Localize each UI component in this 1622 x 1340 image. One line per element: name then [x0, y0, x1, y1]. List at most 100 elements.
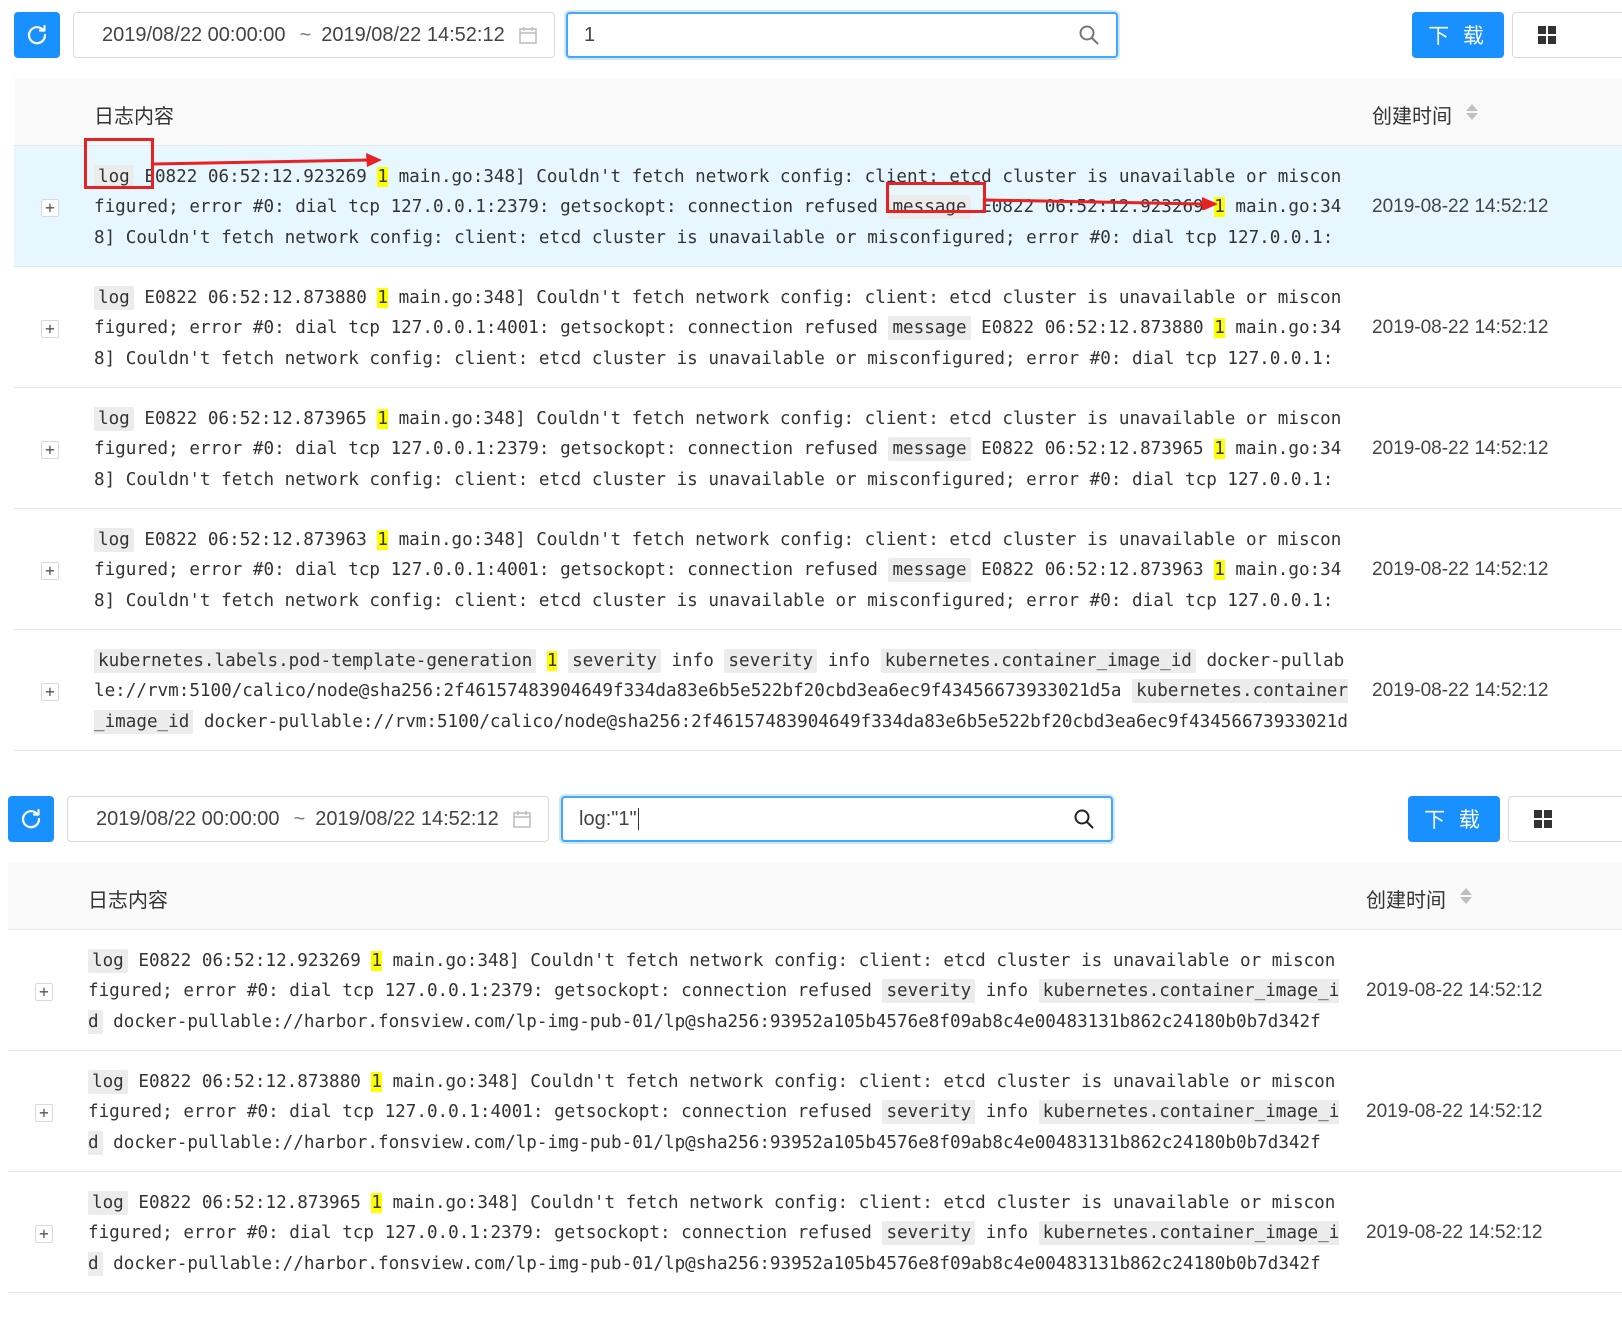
search-highlight: 1	[1214, 439, 1225, 460]
date-separator: ~	[299, 23, 312, 46]
expand-row-button[interactable]: +	[35, 1225, 53, 1243]
date-separator: ~	[293, 807, 306, 830]
log-text: E0822 06:52:12.873965	[127, 1193, 372, 1213]
expand-row-button[interactable]: +	[35, 1104, 53, 1122]
expand-row-button[interactable]: +	[41, 320, 59, 338]
field-key-tag: severity	[568, 649, 661, 673]
log-text: E0822 06:52:12.923269	[127, 951, 372, 971]
log-text: E0822 06:52:12.873965	[133, 409, 378, 429]
date-end[interactable]: 2019/08/22 14:52:12	[321, 24, 505, 47]
created-time: 2019-08-22 14:52:12	[1372, 559, 1549, 580]
refresh-button[interactable]	[14, 12, 60, 58]
field-key-tag: message	[888, 558, 971, 583]
field-key-tag: log	[88, 1191, 128, 1215]
log-content: log E0822 06:52:12.873963 1 main.go:348]…	[94, 525, 1350, 617]
appstore-icon	[1534, 810, 1552, 828]
log-text: E0822 06:52:12.873880	[133, 288, 378, 308]
column-header-time[interactable]: 创建时间	[1366, 884, 1446, 913]
log-text: docker-pullable://harbor.fonsview.com/lp…	[102, 1132, 1321, 1153]
calendar-icon[interactable]	[512, 809, 532, 829]
table-body: + log E0822 06:52:12.923269 1 main.go:348…	[14, 146, 1622, 751]
log-text: docker-pullable://harbor.fonsview.com/lp…	[102, 1253, 1321, 1274]
search-highlight: 1	[377, 167, 388, 187]
log-text: info	[975, 981, 1039, 1002]
appstore-icon	[1538, 26, 1556, 44]
column-header-time[interactable]: 创建时间	[1372, 100, 1452, 129]
toolbar: 2019/08/22 00:00:00 ~ 2019/08/22 14:52:1…	[0, 12, 1622, 60]
date-start[interactable]: 2019/08/22 00:00:00	[68, 808, 280, 831]
date-end[interactable]: 2019/08/22 14:52:12	[315, 808, 499, 831]
log-text: docker-pullable://rvm:5100/calico/node@s…	[193, 711, 1348, 732]
expand-row-button[interactable]: +	[41, 562, 59, 580]
created-time: 2019-08-22 14:52:12	[1366, 1101, 1543, 1122]
table-row[interactable]: + log E0822 06:52:12.873880 1 main.go:348…	[8, 1051, 1622, 1172]
reload-icon	[21, 808, 41, 829]
search-input[interactable]: 1	[566, 12, 1118, 58]
log-text: E0822 06:52:12.923269	[133, 167, 378, 187]
field-key-tag: severity	[882, 1100, 976, 1125]
log-table: 日志内容 创建时间 + log E0822 06:52:12.923269 1 m…	[14, 78, 1622, 751]
search-highlight: 1	[371, 1072, 382, 1092]
refresh-button[interactable]	[8, 796, 54, 842]
log-text: info	[817, 651, 881, 671]
created-time: 2019-08-22 14:52:12	[1372, 317, 1549, 338]
search-input[interactable]: log:"1"	[561, 796, 1113, 842]
search-icon[interactable]	[1078, 24, 1100, 46]
search-highlight: 1	[371, 951, 382, 971]
field-key-tag: log	[94, 528, 134, 552]
field-key-tag: log	[94, 407, 134, 431]
table-row[interactable]: + log E0822 06:52:12.873880 1 main.go:348…	[14, 267, 1622, 388]
table-row[interactable]: + log E0822 06:52:12.923269 1 main.go:348…	[8, 930, 1622, 1051]
search-query[interactable]: 1	[584, 24, 595, 47]
search-highlight: 1	[371, 1193, 382, 1213]
search-highlight: 1	[1214, 560, 1225, 581]
search-icon[interactable]	[1073, 808, 1095, 830]
log-content: log E0822 06:52:12.873880 1 main.go:348]…	[94, 283, 1350, 375]
sort-icon[interactable]	[1466, 102, 1478, 122]
download-button[interactable]: 下 载	[1412, 12, 1504, 58]
created-time: 2019-08-22 14:52:12	[1366, 980, 1543, 1001]
column-header-content: 日志内容	[94, 106, 174, 128]
annotation-arrow-1	[153, 153, 382, 167]
table-row[interactable]: + log E0822 06:52:12.873965 1 main.go:348…	[8, 1172, 1622, 1293]
layout-toggle-button[interactable]	[1508, 796, 1622, 842]
expand-row-button[interactable]: +	[35, 983, 53, 1001]
field-key-tag: message	[888, 437, 971, 462]
table-row[interactable]: + kubernetes.labels.pod-template-generati…	[14, 630, 1622, 751]
toolbar: 2019/08/22 00:00:00 ~ 2019/08/22 14:52:1…	[0, 796, 1622, 844]
expand-row-button[interactable]: +	[41, 683, 59, 701]
annotation-box-message	[886, 182, 986, 213]
annotation-box-log	[84, 138, 154, 189]
created-time: 2019-08-22 14:52:12	[1366, 1222, 1543, 1243]
date-start[interactable]: 2019/08/22 00:00:00	[74, 24, 286, 47]
field-key-tag: severity	[882, 1221, 976, 1246]
layout-toggle-button[interactable]	[1512, 12, 1622, 58]
log-text: info	[975, 1223, 1039, 1244]
table-row[interactable]: + log E0822 06:52:12.873965 1 main.go:348…	[14, 388, 1622, 509]
created-time: 2019-08-22 14:52:12	[1372, 438, 1549, 459]
sort-icon[interactable]	[1460, 886, 1472, 906]
field-key-tag: severity	[724, 649, 818, 673]
log-text: E0822 06:52:12.873880	[127, 1072, 372, 1092]
expand-row-button[interactable]: +	[41, 441, 59, 459]
date-range-picker[interactable]: 2019/08/22 00:00:00 ~ 2019/08/22 14:52:1…	[73, 12, 555, 58]
table-header: 日志内容 创建时间	[8, 862, 1622, 930]
text-cursor	[637, 808, 639, 830]
log-text: E0822 06:52:12.873963	[133, 530, 378, 550]
table-row[interactable]: + log E0822 06:52:12.873963 1 main.go:348…	[14, 509, 1622, 630]
log-panel-top: 2019/08/22 00:00:00 ~ 2019/08/22 14:52:1…	[0, 12, 1622, 757]
date-range-picker[interactable]: 2019/08/22 00:00:00 ~ 2019/08/22 14:52:1…	[67, 796, 549, 842]
log-content: kubernetes.labels.pod-template-generatio…	[94, 646, 1350, 738]
log-text: info	[975, 1102, 1039, 1123]
log-content: log E0822 06:52:12.873880 1 main.go:348]…	[88, 1067, 1344, 1159]
search-highlight: 1	[377, 409, 388, 429]
expand-row-button[interactable]: +	[41, 199, 59, 217]
download-button[interactable]: 下 载	[1408, 796, 1500, 842]
log-text: docker-pullable://harbor.fonsview.com/lp…	[102, 1011, 1321, 1032]
log-text: info	[660, 651, 725, 671]
calendar-icon[interactable]	[518, 25, 538, 45]
search-query[interactable]: log:"1"	[579, 808, 637, 831]
table-header: 日志内容 创建时间	[14, 78, 1622, 146]
